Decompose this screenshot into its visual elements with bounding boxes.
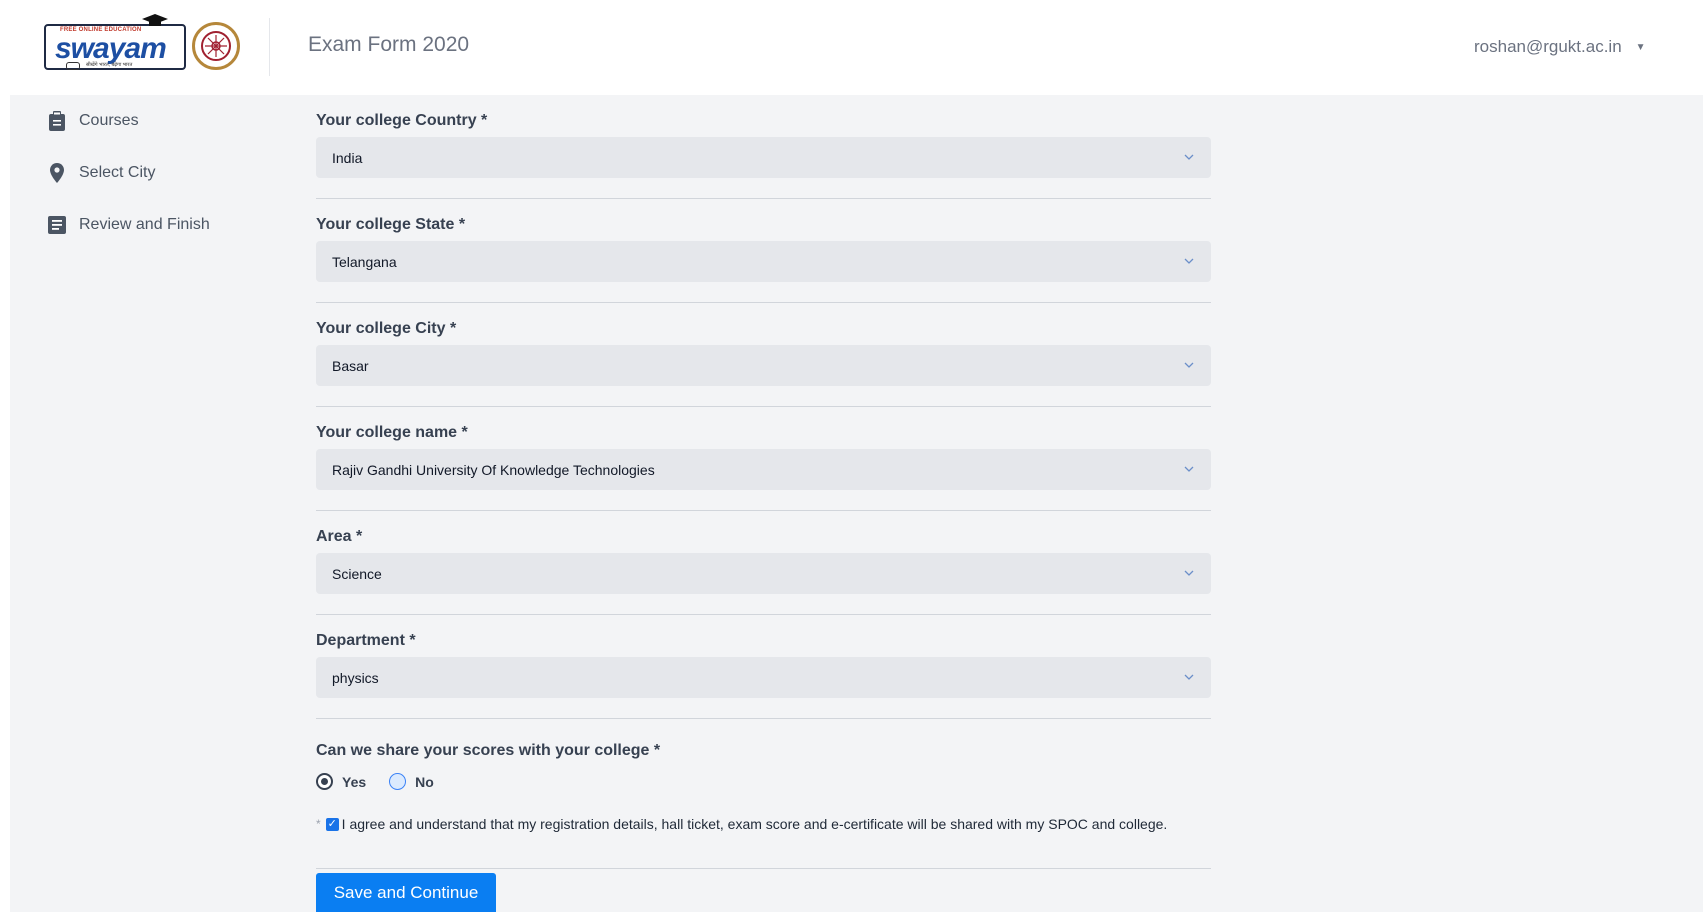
share-scores-label: Can we share your scores with your colle… (316, 742, 661, 759)
share-scores-block: Can we share your scores with your colle… (316, 719, 1211, 869)
page-title: Exam Form 2020 (308, 33, 470, 56)
department-selected-value: physics (332, 669, 379, 686)
college-name-selected-value: Rajiv Gandhi University Of Knowledge Tec… (332, 461, 655, 478)
clipboard-icon (44, 110, 70, 132)
area-label: Area * (316, 528, 363, 545)
document-list-icon (44, 214, 70, 236)
city-selected-value: Basar (332, 357, 369, 374)
share-no-option[interactable]: No (389, 773, 434, 790)
city-select[interactable]: Basar (316, 345, 1211, 386)
save-and-continue-button[interactable]: Save and Continue (316, 873, 496, 912)
top-header: FREE ONLINE EDUCATION swayam सीखेंगे भार… (0, 0, 1703, 95)
user-email[interactable]: roshan@rgukt.ac.in (1474, 37, 1622, 57)
sidebar-nav: Courses Select City Review and Finish (44, 95, 274, 251)
share-yes-option[interactable]: Yes (316, 773, 366, 790)
chevron-down-icon (1184, 362, 1194, 368)
chevron-down-icon (1184, 466, 1194, 472)
agreement-row: * ✓ I agree and understand that my regis… (316, 816, 1167, 832)
sidebar-item-select-city[interactable]: Select City (44, 147, 274, 199)
left-edge-strip (0, 95, 10, 912)
sidebar-item-courses[interactable]: Courses (44, 95, 274, 147)
country-selected-value: India (332, 149, 363, 166)
area-field: Area * Science (316, 511, 1211, 615)
agreement-checkbox[interactable]: ✓ (325, 817, 339, 831)
caret-down-icon[interactable]: ▼ (1636, 42, 1646, 53)
state-selected-value: Telangana (332, 253, 397, 270)
state-select[interactable]: Telangana (316, 241, 1211, 282)
chevron-down-icon (1184, 674, 1194, 680)
college-name-select[interactable]: Rajiv Gandhi University Of Knowledge Tec… (316, 449, 1211, 490)
emblem-wheel-icon (205, 35, 227, 57)
chevron-down-icon (1184, 154, 1194, 160)
area-selected-value: Science (332, 565, 382, 582)
agreement-text: I agree and understand that my registrat… (341, 816, 1168, 832)
logo-wordmark: swayam (55, 32, 167, 65)
chevron-down-icon (1184, 258, 1194, 264)
country-select[interactable]: India (316, 137, 1211, 178)
exam-form: Your college Country * India Your colleg… (316, 95, 1211, 869)
sidebar-item-label: Courses (79, 112, 139, 129)
share-yes-label: Yes (342, 773, 367, 790)
swayam-logo[interactable]: FREE ONLINE EDUCATION swayam सीखेंगे भार… (44, 14, 240, 76)
city-field: Your college City * Basar (316, 303, 1211, 407)
location-pin-icon (44, 162, 70, 184)
share-no-label: No (415, 773, 434, 790)
college-name-label: Your college name * (316, 424, 468, 441)
user-menu[interactable]: roshan@rgukt.ac.in ▼ (1474, 37, 1646, 57)
country-label: Your college Country * (316, 112, 488, 129)
graduation-cap-icon (142, 14, 168, 26)
area-select[interactable]: Science (316, 553, 1211, 594)
sidebar-item-label: Select City (79, 164, 156, 181)
share-scores-radio-group: Yes No (316, 773, 457, 790)
department-select[interactable]: physics (316, 657, 1211, 698)
logo-subtitle: सीखेंगे भारत, बढ़ेगा भारत (86, 62, 133, 68)
college-name-field: Your college name * Rajiv Gandhi Univers… (316, 407, 1211, 511)
share-no-radio[interactable] (389, 773, 407, 790)
state-label: Your college State * (316, 216, 466, 233)
mouse-icon (66, 62, 80, 70)
chevron-down-icon (1184, 570, 1194, 576)
share-yes-radio[interactable] (316, 773, 333, 790)
sidebar-item-review-and-finish[interactable]: Review and Finish (44, 199, 274, 251)
required-star: * (316, 817, 321, 831)
state-field: Your college State * Telangana (316, 199, 1211, 303)
sidebar-item-label: Review and Finish (79, 216, 210, 233)
city-label: Your college City * (316, 320, 457, 337)
department-label: Department * (316, 632, 416, 649)
department-field: Department * physics (316, 615, 1211, 719)
university-emblem-icon (192, 22, 240, 70)
country-field: Your college Country * India (316, 95, 1211, 199)
swayam-logo-box: FREE ONLINE EDUCATION swayam सीखेंगे भार… (44, 24, 186, 70)
header-divider (269, 18, 270, 76)
